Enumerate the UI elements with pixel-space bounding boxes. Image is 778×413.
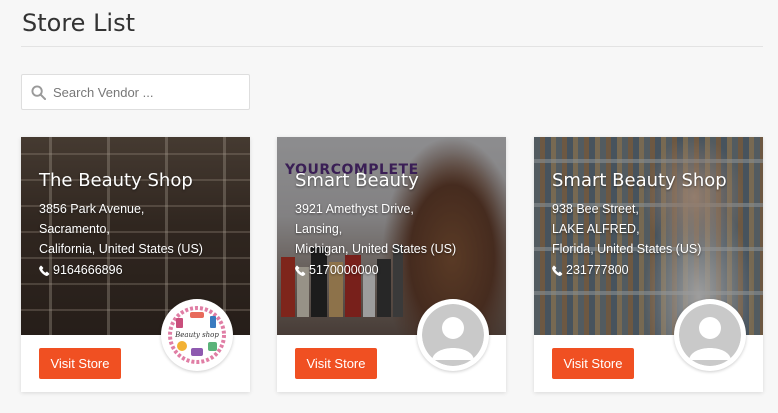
phone-icon [552,265,563,276]
search-icon [31,85,46,100]
store-card: Smart Beauty Shop 938 Bee Street, LAKE A… [534,137,763,392]
store-address-line: Sacramento, [39,222,110,236]
store-address-line: Florida, United States (US) [552,242,702,256]
store-address-line: 3921 Amethyst Drive, [295,202,414,216]
store-address-line: Michigan, United States (US) [295,242,457,256]
phone-number: 231777800 [566,263,629,277]
visit-store-button[interactable]: Visit Store [552,348,634,379]
store-avatar[interactable] [417,299,489,371]
page-title: Store List [22,9,136,37]
store-address-line: 3856 Park Avenue, [39,202,145,216]
search-box[interactable] [21,74,250,110]
store-card: The Beauty Shop 3856 Park Avenue, Sacram… [21,137,250,392]
phone-number: 5170000000 [309,263,379,277]
phone-icon [295,265,306,276]
beauty-shop-logo-icon: Beauty shop [166,304,228,366]
store-address-line: LAKE ALFRED, [552,222,640,236]
store-phone: 9164666896 [39,260,238,280]
phone-icon [39,265,50,276]
store-logo[interactable]: Beauty shop [161,299,233,371]
search-input[interactable] [53,75,243,109]
phone-number: 9164666896 [53,263,123,277]
store-address-line: 938 Bee Street, [552,202,639,216]
store-name[interactable]: Smart Beauty [295,169,494,193]
default-user-icon [679,304,741,366]
store-name[interactable]: Smart Beauty Shop [552,169,751,193]
logo-text: Beauty shop [174,331,219,339]
store-name[interactable]: The Beauty Shop [39,169,238,193]
store-phone: 231777800 [552,260,751,280]
store-address-line: California, United States (US) [39,242,203,256]
store-avatar[interactable] [674,299,746,371]
store-address-line: Lansing, [295,222,343,236]
default-user-icon [422,304,484,366]
visit-store-button[interactable]: Visit Store [39,348,121,379]
store-phone: 5170000000 [295,260,494,280]
title-divider [21,46,763,47]
store-card: YOURCOMPLETE Smart Beauty 3921 Amethyst … [277,137,506,392]
visit-store-button[interactable]: Visit Store [295,348,377,379]
